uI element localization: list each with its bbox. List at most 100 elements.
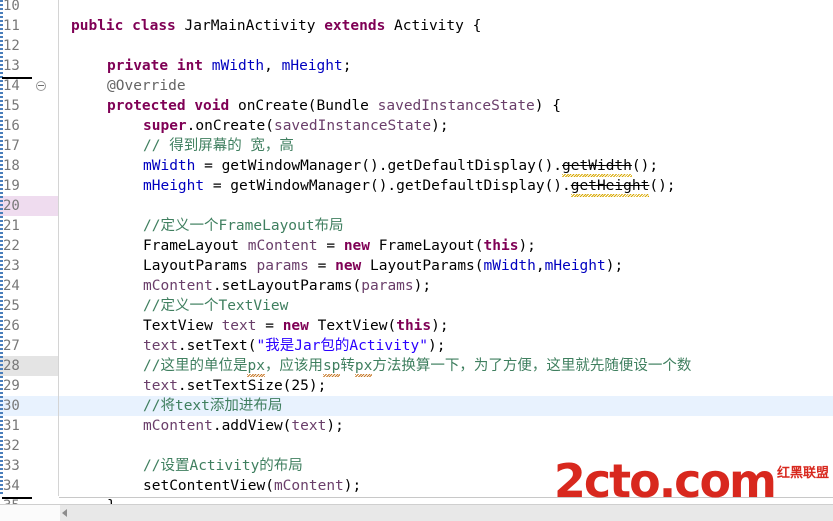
- code-token: FrameLayout: [143, 238, 248, 254]
- code-token: //设置Activity的布局: [143, 458, 303, 474]
- code-token: savedInstanceState: [377, 98, 535, 114]
- gutter-line-11[interactable]: 11: [0, 16, 58, 36]
- gutter-line-26[interactable]: 26: [0, 316, 58, 336]
- code-token: );: [605, 258, 624, 274]
- code-line-13[interactable]: private int mWidth, mHeight;: [59, 56, 833, 76]
- gutter-line-13[interactable]: 13: [0, 56, 58, 76]
- code-editor[interactable]: 10 11 12 13 14 15 16 17 18 19 20 21 22 23 24 25 26 27 28 29…: [0, 0, 833, 521]
- code-line-26[interactable]: TextView text = new TextView(this);: [59, 316, 833, 336]
- line-number: 11: [3, 18, 20, 34]
- code-token: );: [431, 318, 449, 334]
- code-line-25[interactable]: //定义一个TextView: [59, 296, 833, 316]
- code-token: .onCreate(: [186, 118, 274, 134]
- code-line-27[interactable]: text.setText("我是Jar包的Activity");: [59, 336, 833, 356]
- line-number: 20: [3, 198, 20, 214]
- code-line-30[interactable]: //将text添加进布局: [59, 396, 833, 416]
- spellcheck-token: px: [247, 358, 266, 377]
- gutter-line-32[interactable]: 32: [0, 436, 58, 456]
- gutter-line-23[interactable]: 23: [0, 256, 58, 276]
- gutter-line-27[interactable]: 27: [0, 336, 58, 356]
- line-number: 25: [3, 298, 20, 314]
- code-token: 转: [340, 358, 355, 374]
- code-line-17[interactable]: // 得到屏幕的 宽，高: [59, 136, 833, 156]
- code-line-20[interactable]: [59, 196, 833, 216]
- line-number: 23: [3, 258, 20, 274]
- code-token: FrameLayout(: [370, 238, 484, 254]
- line-number: 21: [3, 218, 20, 234]
- code-line-23[interactable]: LayoutParams params = new LayoutParams(m…: [59, 256, 833, 276]
- code-token: );: [343, 478, 362, 494]
- code-token: mHeight: [281, 58, 343, 74]
- gutter-line-34[interactable]: 34: [0, 476, 58, 496]
- code-token: =: [308, 258, 336, 274]
- code-token: new: [343, 238, 371, 254]
- code-token: ;: [342, 58, 352, 74]
- code-token: =: [256, 318, 283, 334]
- scroll-left-arrow-icon[interactable]: [62, 509, 67, 517]
- code-token: new: [335, 258, 362, 274]
- line-number-gutter[interactable]: 10 11 12 13 14 15 16 17 18 19 20 21 22 23 24 25 26 27 28 29…: [0, 0, 58, 521]
- code-line-19[interactable]: mHeight = getWindowManager().getDefaultD…: [59, 176, 833, 197]
- fold-bar-bottom: [2, 497, 32, 499]
- gutter-line-21[interactable]: 21: [0, 216, 58, 236]
- code-token: .setLayoutParams(: [212, 278, 362, 294]
- code-token: );: [518, 238, 536, 254]
- code-token: ,: [264, 58, 282, 74]
- code-token: mWidth: [143, 158, 196, 174]
- code-line-28[interactable]: //这里的单位是px，应该用sp转px方法换算一下，为了方便，这里就先随便设一个…: [59, 356, 833, 377]
- code-line-21[interactable]: //定义一个FrameLayout布局: [59, 216, 833, 236]
- code-token: TextView(: [308, 318, 397, 334]
- code-token: mContent: [143, 418, 213, 434]
- gutter-line-28[interactable]: 28: [0, 356, 58, 376]
- gutter-line-18[interactable]: 18: [0, 156, 58, 176]
- code-token: mWidth: [483, 258, 536, 274]
- gutter-line-25[interactable]: 25: [0, 296, 58, 316]
- code-token: .setTextSize(25);: [177, 378, 327, 394]
- gutter-line-20[interactable]: 20: [0, 196, 58, 216]
- code-token: public: [71, 18, 124, 34]
- code-token: private: [107, 58, 169, 74]
- code-line-31[interactable]: mContent.addView(text);: [59, 416, 833, 436]
- gutter-line-10[interactable]: 10: [0, 0, 58, 16]
- line-number: 28: [3, 358, 20, 374]
- line-number: 10: [3, 0, 20, 14]
- code-line-29[interactable]: text.setTextSize(25);: [59, 376, 833, 396]
- code-line-15[interactable]: protected void onCreate(Bundle savedInst…: [59, 96, 833, 116]
- code-text-area[interactable]: public class JarMainActivity extends Act…: [59, 0, 833, 521]
- gutter-line-15[interactable]: 15: [0, 96, 58, 116]
- code-line-12[interactable]: [59, 36, 833, 56]
- gutter-line-33[interactable]: 33: [0, 456, 58, 476]
- code-line-14[interactable]: @Override: [59, 76, 833, 96]
- line-number: 17: [3, 138, 20, 154]
- gutter-line-22[interactable]: 22: [0, 236, 58, 256]
- code-token: setContentView(: [143, 478, 274, 494]
- code-line-18[interactable]: mWidth = getWindowManager().getDefaultDi…: [59, 156, 833, 177]
- code-line-22[interactable]: FrameLayout mContent = new FrameLayout(t…: [59, 236, 833, 256]
- code-line-24[interactable]: mContent.setLayoutParams(params);: [59, 276, 833, 296]
- gutter-line-19[interactable]: 19: [0, 176, 58, 196]
- code-token: .setText(: [177, 338, 257, 354]
- code-token: //定义一个FrameLayout布局: [143, 218, 344, 234]
- gutter-line-30[interactable]: 30: [0, 396, 58, 416]
- code-token: @Override: [107, 78, 186, 94]
- horizontal-scrollbar[interactable]: [0, 504, 833, 521]
- code-token: =: [317, 238, 344, 254]
- code-line-10[interactable]: [59, 0, 833, 16]
- line-number: 18: [3, 158, 20, 174]
- fold-collapse-icon[interactable]: [36, 81, 46, 91]
- spellcheck-token: sp: [322, 358, 341, 377]
- gutter-line-17[interactable]: 17: [0, 136, 58, 156]
- gutter-line-14[interactable]: 14: [0, 76, 58, 96]
- gutter-line-24[interactable]: 24: [0, 276, 58, 296]
- gutter-line-31[interactable]: 31: [0, 416, 58, 436]
- code-line-16[interactable]: super.onCreate(savedInstanceState);: [59, 116, 833, 136]
- scrollbar-track[interactable]: [74, 505, 833, 521]
- gutter-line-29[interactable]: 29: [0, 376, 58, 396]
- gutter-line-16[interactable]: 16: [0, 116, 58, 136]
- line-number: 22: [3, 238, 20, 254]
- code-line-11[interactable]: public class JarMainActivity extends Act…: [59, 16, 833, 36]
- gutter-line-12[interactable]: 12: [0, 36, 58, 56]
